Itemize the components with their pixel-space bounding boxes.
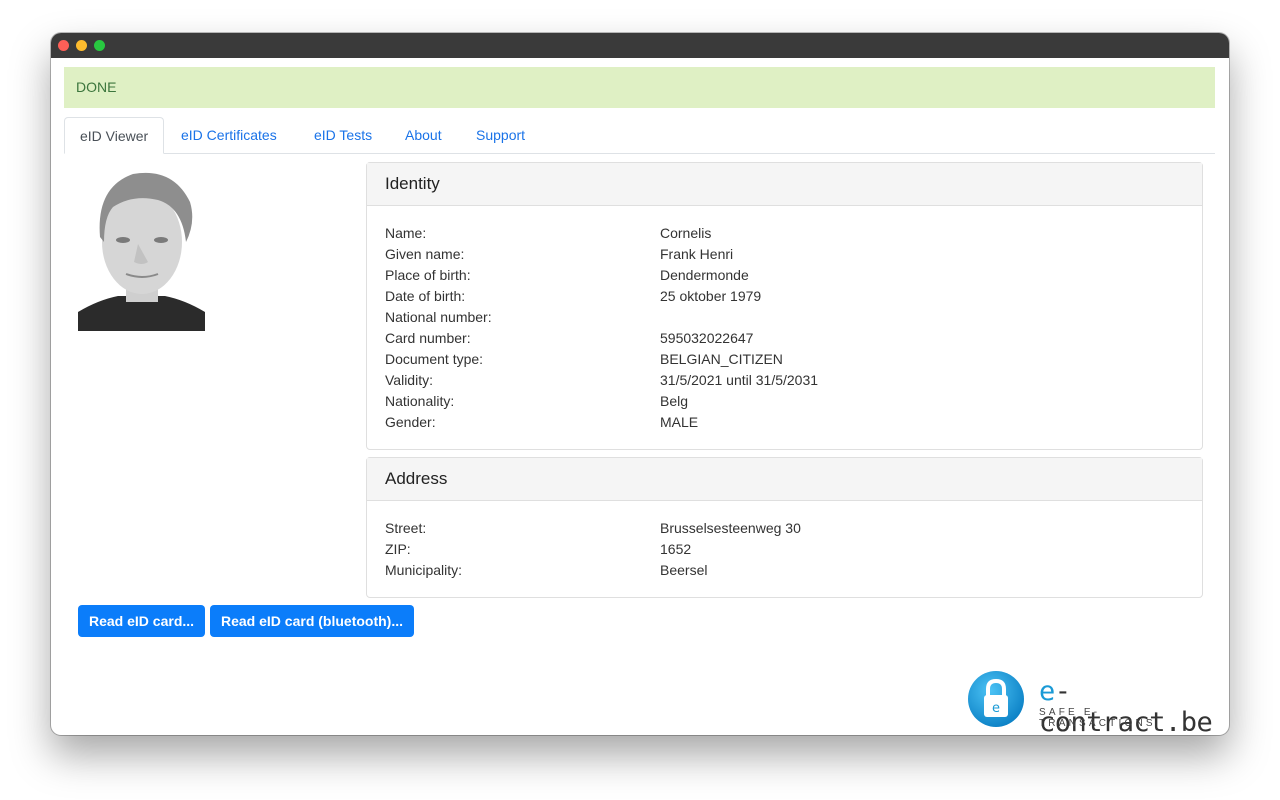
identity-row: Document type: BELGIAN_CITIZEN [385, 349, 1184, 370]
field-value: Beersel [660, 562, 708, 578]
field-label: ZIP: [385, 541, 411, 557]
field-label: Place of birth: [385, 267, 471, 283]
identity-title: Identity [367, 163, 1202, 206]
field-label: Street: [385, 520, 427, 536]
title-bar [51, 33, 1229, 58]
field-value: Belg [660, 393, 689, 409]
field-value: Dendermonde [660, 267, 749, 283]
tab-eid-viewer[interactable]: eID Viewer [64, 117, 165, 154]
identity-row: Place of birth: Dendermonde [385, 265, 1184, 286]
read-eid-card-bluetooth-button[interactable]: Read eID card (bluetooth)... [210, 605, 415, 637]
field-label: Document type: [385, 351, 484, 367]
tab-eid-certificates[interactable]: eID Certificates [166, 117, 292, 153]
field-label: Validity: [385, 372, 433, 388]
field-label: National number: [385, 309, 492, 325]
address-row: Municipality: Beersel [385, 560, 1184, 581]
address-row: ZIP: 1652 [385, 539, 1184, 560]
address-row: Street: Brusselsesteenweg 30 [385, 518, 1184, 539]
field-label: Nationality: [385, 393, 455, 409]
field-value: Frank Henri [660, 246, 734, 262]
person-photo [78, 162, 205, 331]
tab-support[interactable]: Support [461, 117, 540, 153]
identity-row: Date of birth: 25 oktober 1979 [385, 286, 1184, 307]
field-label: Date of birth: [385, 288, 466, 304]
identity-row: Given name: Frank Henri [385, 244, 1184, 265]
tab-bar: eID Viewer eID Certificates eID Tests Ab… [64, 117, 1215, 154]
field-label: Given name: [385, 246, 465, 262]
field-value: 25 oktober 1979 [660, 288, 762, 304]
field-label: Municipality: [385, 562, 463, 578]
status-alert: DONE [64, 67, 1215, 108]
identity-row: Validity: 31/5/2021 until 31/5/2031 [385, 370, 1184, 391]
identity-row: National number: [385, 307, 1184, 328]
field-label: Name: [385, 225, 427, 241]
tab-about[interactable]: About [390, 117, 457, 153]
field-label: Card number: [385, 330, 471, 346]
app-window: DONE eID Viewer eID Certificates eID Tes… [51, 33, 1229, 735]
field-value: 1652 [660, 541, 692, 557]
read-eid-card-button[interactable]: Read eID card... [78, 605, 206, 637]
e-contract-logo: e e-contract.be SAFE E-TRANSACTIONS [966, 670, 1216, 735]
address-card: Address Street: Brusselsesteenweg 30 ZIP:… [366, 457, 1203, 598]
logo-tagline: SAFE E-TRANSACTIONS [1039, 707, 1156, 729]
identity-row: Name: Cornelis [385, 223, 1184, 244]
maximize-window-button[interactable] [94, 40, 105, 51]
tab-eid-tests[interactable]: eID Tests [299, 117, 387, 153]
field-value: Brusselsesteenweg 30 [660, 520, 801, 536]
address-title: Address [367, 458, 1202, 501]
identity-row: Nationality: Belg [385, 391, 1184, 412]
close-window-button[interactable] [58, 40, 69, 51]
identity-card: Identity Name: Cornelis Given name: Frank … [366, 162, 1203, 450]
identity-row: Card number: 595032022647 [385, 328, 1184, 349]
svg-text:e: e [992, 701, 1000, 716]
field-value: Cornelis [660, 225, 712, 241]
field-value: BELGIAN_CITIZEN [660, 351, 783, 367]
field-value: MALE [660, 414, 699, 430]
minimize-window-button[interactable] [76, 40, 87, 51]
padlock-icon: e [968, 671, 1024, 727]
field-value: 595032022647 [660, 330, 754, 346]
field-label: Gender: [385, 414, 436, 430]
field-value: 31/5/2021 until 31/5/2031 [660, 372, 819, 388]
identity-row: Gender: MALE [385, 412, 1184, 433]
